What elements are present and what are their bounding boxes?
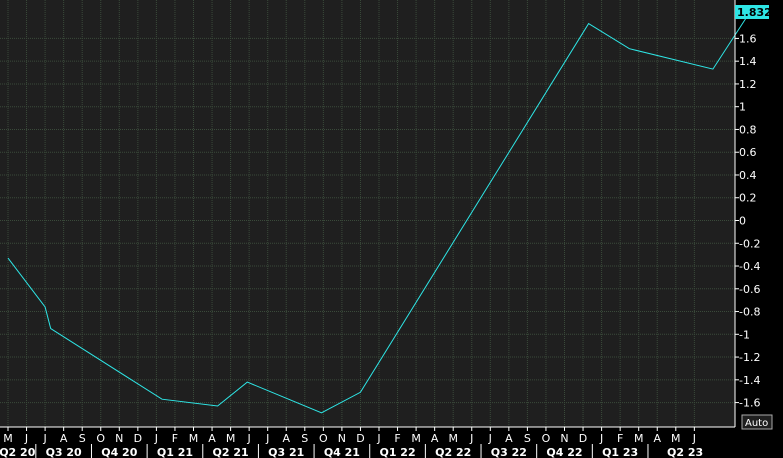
month-label: A	[208, 432, 216, 445]
y-tick-label: -1.4	[739, 374, 760, 387]
y-tick-label: 1.2	[739, 78, 757, 91]
y-tick-label: -0.6	[739, 283, 760, 296]
quarter-label: Q3 20	[46, 446, 82, 458]
month-label: J	[247, 432, 251, 445]
plot-background	[0, 0, 735, 427]
y-tick-label: 0.2	[739, 192, 757, 205]
month-label: M	[189, 432, 199, 445]
quarter-label: Q1 22	[379, 446, 415, 458]
month-label: S	[79, 432, 86, 445]
month-label: M	[3, 432, 13, 445]
month-label: N	[560, 432, 568, 445]
month-label: J	[469, 432, 473, 445]
month-label: S	[524, 432, 531, 445]
month-label: F	[394, 432, 400, 445]
month-label: S	[301, 432, 308, 445]
month-label: D	[134, 432, 142, 445]
month-label: J	[265, 432, 269, 445]
auto-scale-button[interactable]: Auto	[741, 414, 773, 430]
month-label: J	[42, 432, 46, 445]
y-tick-label: 1.4	[739, 55, 757, 68]
month-label: F	[617, 432, 623, 445]
month-label: N	[115, 432, 123, 445]
last-value-badge: 1.832	[735, 5, 772, 19]
y-axis: 1.6 1.4 1.2 1 0.8 0.6 0.4 0.2 0 -0.2 -0.4 -0.6 -0.8 -…	[734, 0, 760, 427]
y-tick-label: -1.2	[739, 351, 760, 364]
quarter-label: Q1 23	[602, 446, 638, 458]
month-label: J	[376, 432, 380, 445]
month-label: O	[319, 432, 328, 445]
y-tick-label: -1	[739, 328, 750, 341]
month-label: J	[599, 432, 603, 445]
line-chart: 1.6 1.4 1.2 1 0.8 0.6 0.4 0.2 0 -0.2 -0.4 -0.6 -0.8 -…	[0, 0, 773, 458]
month-label: A	[60, 432, 68, 445]
y-tick-label: -1.6	[739, 397, 760, 410]
month-label: M	[671, 432, 681, 445]
y-tick-label: -0.4	[739, 260, 760, 273]
quarter-label: Q2 23	[667, 446, 703, 458]
quarter-label: Q4 22	[546, 446, 582, 458]
month-label: N	[338, 432, 346, 445]
month-label: A	[282, 432, 290, 445]
month-label: J	[154, 432, 158, 445]
x-axis: M J J A S O N D J F M A M J J A S O N D J F M A M J J A S O N D J F M A M JQ2…	[0, 426, 735, 458]
month-label: M	[226, 432, 236, 445]
month-label: J	[692, 432, 696, 445]
y-tick-label: 0.6	[739, 146, 757, 159]
quarter-label: Q4 21	[324, 446, 360, 458]
y-tick-label: 0.4	[739, 169, 757, 182]
quarter-label: Q3 22	[491, 446, 527, 458]
month-label: O	[542, 432, 551, 445]
y-tick-label: -0.2	[739, 237, 760, 250]
last-value-label: 1.832	[737, 6, 772, 19]
quarter-label: Q4 20	[101, 446, 137, 458]
month-label: M	[634, 432, 644, 445]
month-label: D	[579, 432, 587, 445]
month-label: O	[96, 432, 105, 445]
auto-scale-label: Auto	[745, 418, 768, 429]
quarter-label: Q2 22	[435, 446, 471, 458]
month-label: F	[172, 432, 178, 445]
quarter-label: Q1 21	[157, 446, 193, 458]
quarter-label: Q2 21	[213, 446, 249, 458]
month-label: J	[488, 432, 492, 445]
month-label: J	[24, 432, 28, 445]
month-label: A	[431, 432, 439, 445]
quarter-label: Q2 20	[0, 446, 36, 458]
y-tick-label: 0	[739, 215, 746, 228]
month-label: A	[653, 432, 661, 445]
y-tick-label: 0.8	[739, 123, 757, 136]
y-tick-label: 1.6	[739, 32, 757, 45]
quarter-label: Q3 21	[268, 446, 304, 458]
month-label: A	[505, 432, 513, 445]
month-label: M	[411, 432, 421, 445]
month-label: M	[448, 432, 458, 445]
month-label: D	[356, 432, 364, 445]
y-tick-label: 1	[739, 101, 746, 114]
y-tick-label: -0.8	[739, 306, 760, 319]
